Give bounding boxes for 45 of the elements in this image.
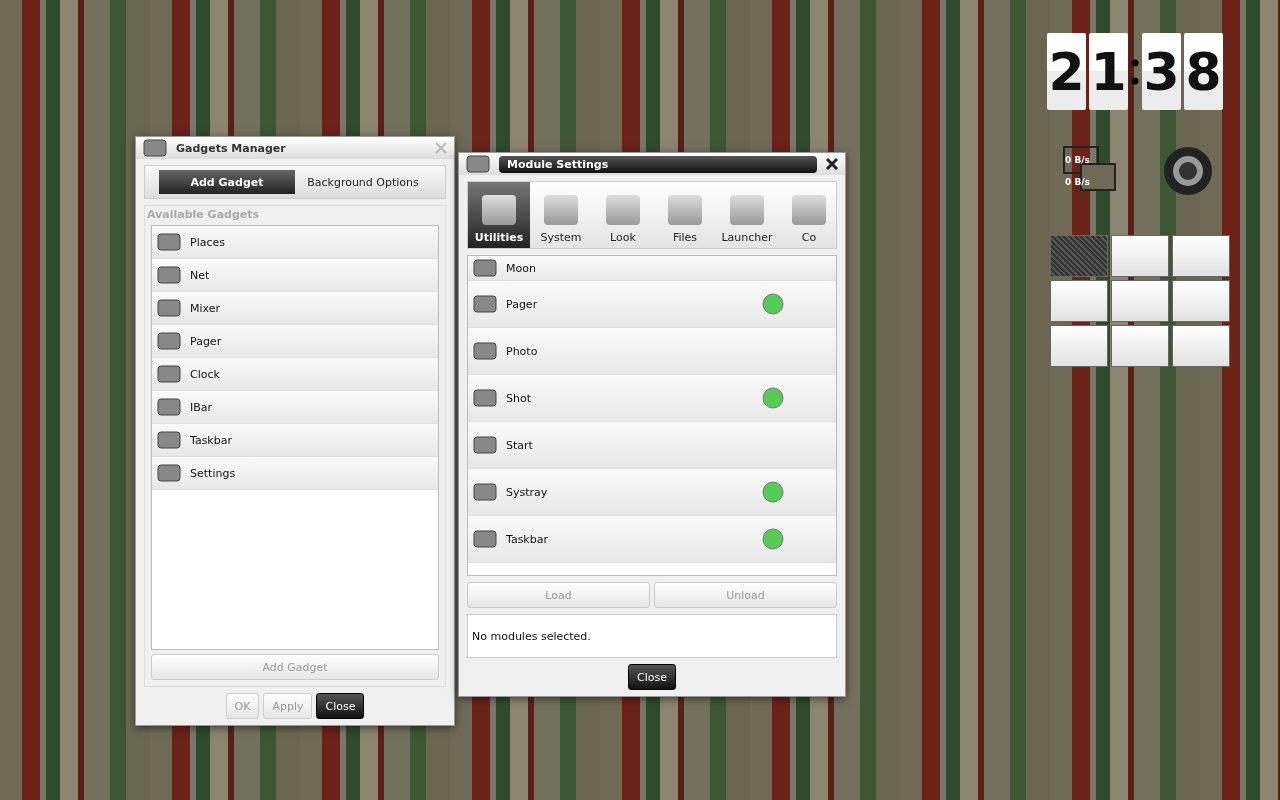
category-tab[interactable]: Launcher [716, 182, 778, 248]
tab[interactable]: Add Gadget [159, 170, 295, 194]
module-item[interactable]: Moon [468, 256, 836, 281]
clock-digit: 2 [1047, 33, 1086, 110]
close-button[interactable]: Close [628, 664, 676, 690]
window-title: Module Settings [499, 155, 817, 173]
module-item[interactable]: Photo [468, 328, 836, 375]
virtual-desktop[interactable] [1111, 325, 1169, 367]
gadget-item[interactable]: Settings [152, 457, 438, 490]
gadget-item[interactable]: Pager [152, 325, 438, 358]
tab[interactable]: Background Options [295, 170, 431, 194]
clock-digit: 3 [1142, 33, 1181, 110]
category-tab[interactable]: Files [654, 182, 716, 248]
virtual-desktop[interactable] [1050, 325, 1108, 367]
clock-digit: 1 [1089, 33, 1128, 110]
category-tab[interactable]: Co [778, 182, 836, 248]
module-item[interactable]: Shot [468, 375, 836, 422]
gadget-item[interactable]: Taskbar [152, 424, 438, 457]
virtual-desktop[interactable] [1172, 325, 1230, 367]
net-speed: 0 B/s [1065, 177, 1090, 187]
window-title: Gadgets Manager [176, 141, 287, 155]
virtual-desktop[interactable] [1111, 280, 1169, 322]
close-icon[interactable] [825, 157, 839, 171]
gadget-item[interactable]: Mixer [152, 292, 438, 325]
module-item[interactable]: Taskbar [468, 516, 836, 563]
clock-digit: 8 [1184, 33, 1223, 110]
dialog-button[interactable]: Close [316, 693, 365, 719]
category-tab[interactable]: Look [592, 182, 654, 248]
gadget-item[interactable]: Net [152, 259, 438, 292]
section-label: Available Gadgets [147, 208, 261, 221]
net-speed: 0 B/s [1065, 155, 1090, 165]
category-tab[interactable]: Utilities [468, 182, 530, 248]
module-item[interactable]: Systray [468, 469, 836, 516]
gadget-item[interactable]: Clock [152, 358, 438, 391]
category-tab[interactable]: System [530, 182, 592, 248]
gadget-item[interactable]: IBar [152, 391, 438, 424]
virtual-desktop[interactable] [1111, 235, 1169, 277]
virtual-desktop[interactable] [1172, 280, 1230, 322]
status-text: No modules selected. [472, 629, 591, 643]
virtual-desktop[interactable] [1172, 235, 1230, 277]
gadget-item[interactable]: Places [152, 226, 438, 259]
speaker-icon [1163, 146, 1213, 196]
module-item[interactable]: Pager [468, 281, 836, 328]
virtual-desktop[interactable] [1050, 280, 1108, 322]
module-item[interactable]: Start [468, 422, 836, 469]
